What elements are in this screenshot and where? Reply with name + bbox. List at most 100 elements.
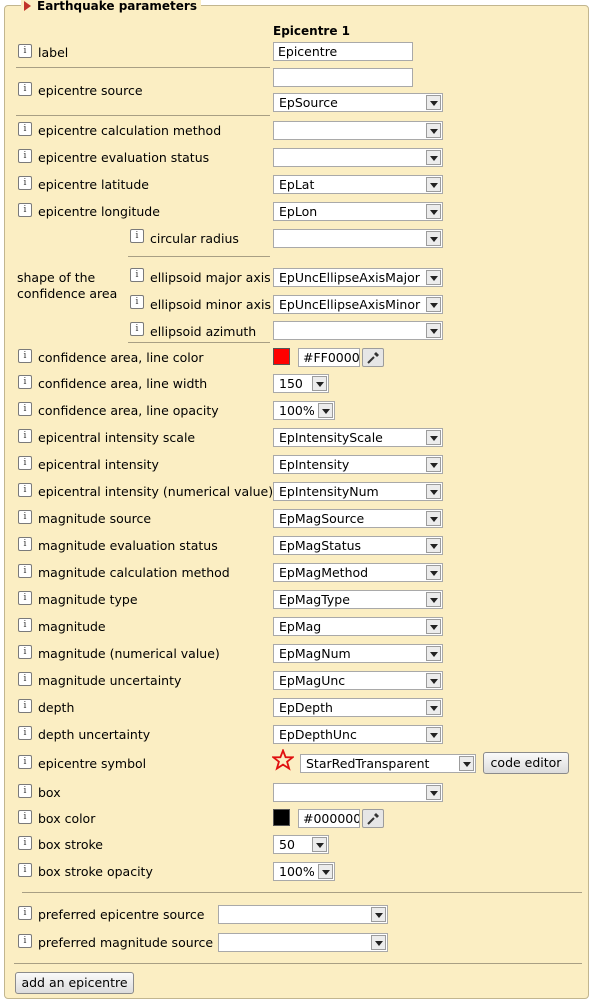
chevron-down-icon[interactable] bbox=[426, 619, 441, 634]
box-color-swatch[interactable] bbox=[273, 809, 290, 826]
info-icon[interactable]: i bbox=[18, 934, 32, 948]
add-epicentre-button[interactable]: add an epicentre bbox=[15, 972, 134, 994]
collapse-arrow-icon[interactable] bbox=[24, 1, 31, 11]
box-color-input[interactable]: #000000 bbox=[298, 809, 360, 828]
latitude-select[interactable]: EpLat bbox=[273, 175, 443, 194]
info-icon[interactable]: i bbox=[18, 176, 32, 190]
code-editor-button[interactable]: code editor bbox=[483, 752, 569, 774]
intensity-num-select[interactable]: EpIntensityNum bbox=[273, 482, 443, 501]
magnitude-select[interactable]: EpMag bbox=[273, 617, 443, 636]
conf-color-input[interactable]: #FF0000 bbox=[298, 348, 360, 367]
info-icon[interactable]: i bbox=[18, 44, 32, 58]
pref-epicentre-select[interactable] bbox=[218, 905, 388, 924]
chevron-down-icon[interactable] bbox=[426, 565, 441, 580]
intensity-scale-select[interactable]: EpIntensityScale bbox=[273, 428, 443, 447]
symbol-select[interactable]: StarRedTransparent bbox=[300, 754, 476, 773]
chevron-down-icon[interactable] bbox=[371, 935, 386, 950]
chevron-down-icon[interactable] bbox=[426, 123, 441, 138]
info-icon[interactable]: i bbox=[18, 483, 32, 497]
chevron-down-icon[interactable] bbox=[312, 376, 327, 391]
box-select[interactable] bbox=[273, 783, 443, 802]
info-icon[interactable]: i bbox=[18, 672, 32, 686]
pref-magnitude-select[interactable] bbox=[218, 933, 388, 952]
info-icon[interactable]: i bbox=[18, 402, 32, 416]
chevron-down-icon[interactable] bbox=[426, 323, 441, 338]
chevron-down-icon[interactable] bbox=[318, 864, 333, 879]
info-icon[interactable]: i bbox=[18, 863, 32, 877]
info-icon[interactable]: i bbox=[18, 349, 32, 363]
info-icon[interactable]: i bbox=[18, 537, 32, 551]
info-icon[interactable]: i bbox=[18, 429, 32, 443]
box-opacity-select[interactable]: 100% bbox=[273, 862, 335, 881]
calc-method-select[interactable] bbox=[273, 121, 443, 140]
chevron-down-icon[interactable] bbox=[459, 756, 474, 771]
chevron-down-icon[interactable] bbox=[426, 297, 441, 312]
azimuth-select[interactable] bbox=[273, 321, 443, 340]
info-icon[interactable]: i bbox=[18, 784, 32, 798]
info-icon[interactable]: i bbox=[18, 699, 32, 713]
depth-unc-select[interactable]: EpDepthUnc bbox=[273, 725, 443, 744]
intensity-select[interactable]: EpIntensity bbox=[273, 455, 443, 474]
mag-unc-select[interactable]: EpMagUnc bbox=[273, 671, 443, 690]
epicentre-source-select[interactable]: EpSource bbox=[273, 93, 443, 112]
label-input[interactable]: Epicentre bbox=[273, 42, 413, 61]
major-axis-select[interactable]: EpUncEllipseAxisMajor bbox=[273, 268, 443, 287]
chevron-down-icon[interactable] bbox=[426, 457, 441, 472]
chevron-down-icon[interactable] bbox=[426, 150, 441, 165]
info-icon[interactable]: i bbox=[130, 229, 144, 243]
info-icon[interactable]: i bbox=[18, 906, 32, 920]
info-icon[interactable]: i bbox=[130, 322, 144, 336]
mag-method-select[interactable]: EpMagMethod bbox=[273, 563, 443, 582]
info-icon[interactable]: i bbox=[18, 591, 32, 605]
chevron-down-icon[interactable] bbox=[426, 646, 441, 661]
epicentre-source-text-input[interactable] bbox=[273, 68, 413, 87]
conf-width-select[interactable]: 150 bbox=[273, 374, 329, 393]
chevron-down-icon[interactable] bbox=[426, 673, 441, 688]
chevron-down-icon[interactable] bbox=[426, 700, 441, 715]
chevron-down-icon[interactable] bbox=[426, 511, 441, 526]
info-icon[interactable]: i bbox=[18, 375, 32, 389]
chevron-down-icon[interactable] bbox=[312, 837, 327, 852]
chevron-down-icon[interactable] bbox=[371, 907, 386, 922]
chevron-down-icon[interactable] bbox=[426, 538, 441, 553]
chevron-down-icon[interactable] bbox=[426, 484, 441, 499]
info-icon[interactable]: i bbox=[18, 810, 32, 824]
info-icon[interactable]: i bbox=[18, 564, 32, 578]
chevron-down-icon[interactable] bbox=[426, 231, 441, 246]
info-icon[interactable]: i bbox=[18, 836, 32, 850]
info-icon[interactable]: i bbox=[130, 295, 144, 309]
color-picker-button[interactable] bbox=[362, 809, 384, 828]
conf-color-swatch[interactable] bbox=[273, 348, 290, 365]
circular-radius-select[interactable] bbox=[273, 229, 443, 248]
chevron-down-icon[interactable] bbox=[426, 95, 441, 110]
info-icon[interactable]: i bbox=[18, 645, 32, 659]
info-icon[interactable]: i bbox=[130, 268, 144, 282]
color-picker-button[interactable] bbox=[362, 348, 384, 367]
chevron-down-icon[interactable] bbox=[426, 204, 441, 219]
info-icon[interactable]: i bbox=[18, 456, 32, 470]
box-stroke-select[interactable]: 50 bbox=[273, 835, 329, 854]
minor-axis-select[interactable]: EpUncEllipseAxisMinor bbox=[273, 295, 443, 314]
chevron-down-icon[interactable] bbox=[426, 177, 441, 192]
mag-source-select[interactable]: EpMagSource bbox=[273, 509, 443, 528]
info-icon[interactable]: i bbox=[18, 618, 32, 632]
info-icon[interactable]: i bbox=[18, 726, 32, 740]
longitude-select[interactable]: EpLon bbox=[273, 202, 443, 221]
info-icon[interactable]: i bbox=[18, 755, 32, 769]
chevron-down-icon[interactable] bbox=[426, 727, 441, 742]
eval-status-select[interactable] bbox=[273, 148, 443, 167]
mag-status-select[interactable]: EpMagStatus bbox=[273, 536, 443, 555]
info-icon[interactable]: i bbox=[18, 82, 32, 96]
chevron-down-icon[interactable] bbox=[426, 430, 441, 445]
chevron-down-icon[interactable] bbox=[426, 270, 441, 285]
info-icon[interactable]: i bbox=[18, 122, 32, 136]
panel-legend[interactable]: Earthquake parameters bbox=[21, 0, 201, 13]
conf-opacity-select[interactable]: 100% bbox=[273, 401, 335, 420]
chevron-down-icon[interactable] bbox=[426, 785, 441, 800]
chevron-down-icon[interactable] bbox=[426, 592, 441, 607]
depth-select[interactable]: EpDepth bbox=[273, 698, 443, 717]
chevron-down-icon[interactable] bbox=[318, 403, 333, 418]
info-icon[interactable]: i bbox=[18, 149, 32, 163]
info-icon[interactable]: i bbox=[18, 510, 32, 524]
mag-num-select[interactable]: EpMagNum bbox=[273, 644, 443, 663]
